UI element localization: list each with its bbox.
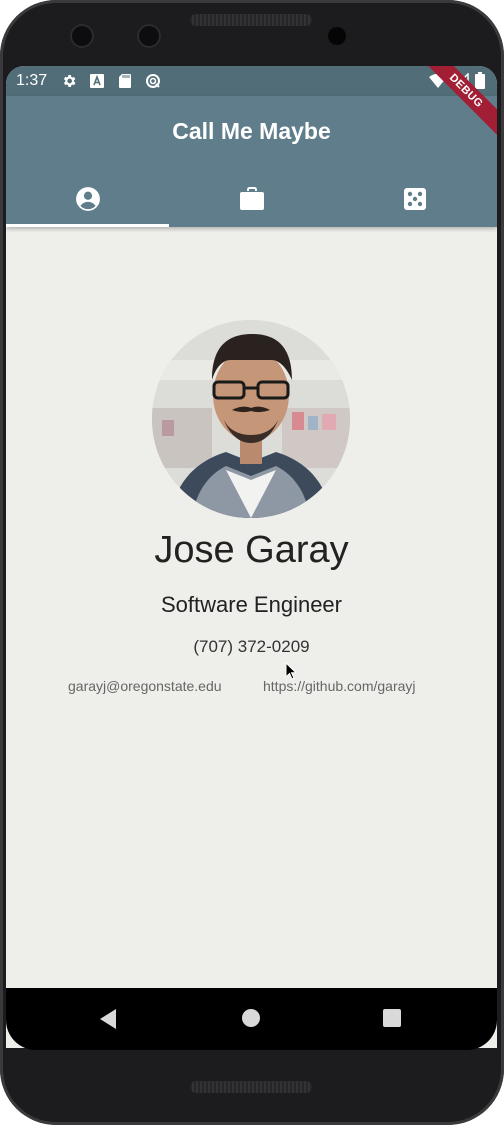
sd-card-icon [117,73,133,89]
dice-icon [403,187,427,216]
front-sensor [70,24,94,48]
status-time: 1:37 [16,72,48,89]
earpiece-speaker [190,14,312,26]
briefcase-icon [239,187,265,216]
status-bar: 1:37 [6,66,497,96]
tab-bar [6,176,497,227]
tab-dice[interactable] [333,176,497,227]
profile-phone[interactable]: (707) 372-0209 [6,637,497,657]
profile-job-title: Software Engineer [161,592,342,617]
profile-name: Jose Garay [154,529,349,571]
text-a-icon [89,73,105,89]
tab-profile[interactable] [6,176,170,227]
system-nav-bar [6,988,497,1050]
bottom-speaker [190,1081,312,1093]
phone-frame: 1:37 Call Me Maybe DEBUG Jose Garay Soft… [0,0,504,1125]
screen: 1:37 Call Me Maybe DEBUG Jose Garay Soft… [6,66,497,1048]
mouse-cursor-icon [285,661,298,685]
home-icon[interactable] [241,1008,261,1033]
proximity-sensor [328,27,346,45]
profile-email[interactable]: garayj@oregonstate.edu [68,678,222,694]
front-camera [137,24,161,48]
account-circle-icon [75,186,101,217]
app-bar: Call Me Maybe [6,96,497,227]
app-title: Call Me Maybe [172,118,331,144]
gear-icon [61,73,77,89]
sync-icon [145,73,161,89]
tab-selected-indicator [6,224,169,227]
recents-icon[interactable] [382,1008,402,1033]
profile-avatar [152,320,350,518]
back-icon[interactable] [98,1008,118,1035]
tab-work[interactable] [170,176,334,227]
